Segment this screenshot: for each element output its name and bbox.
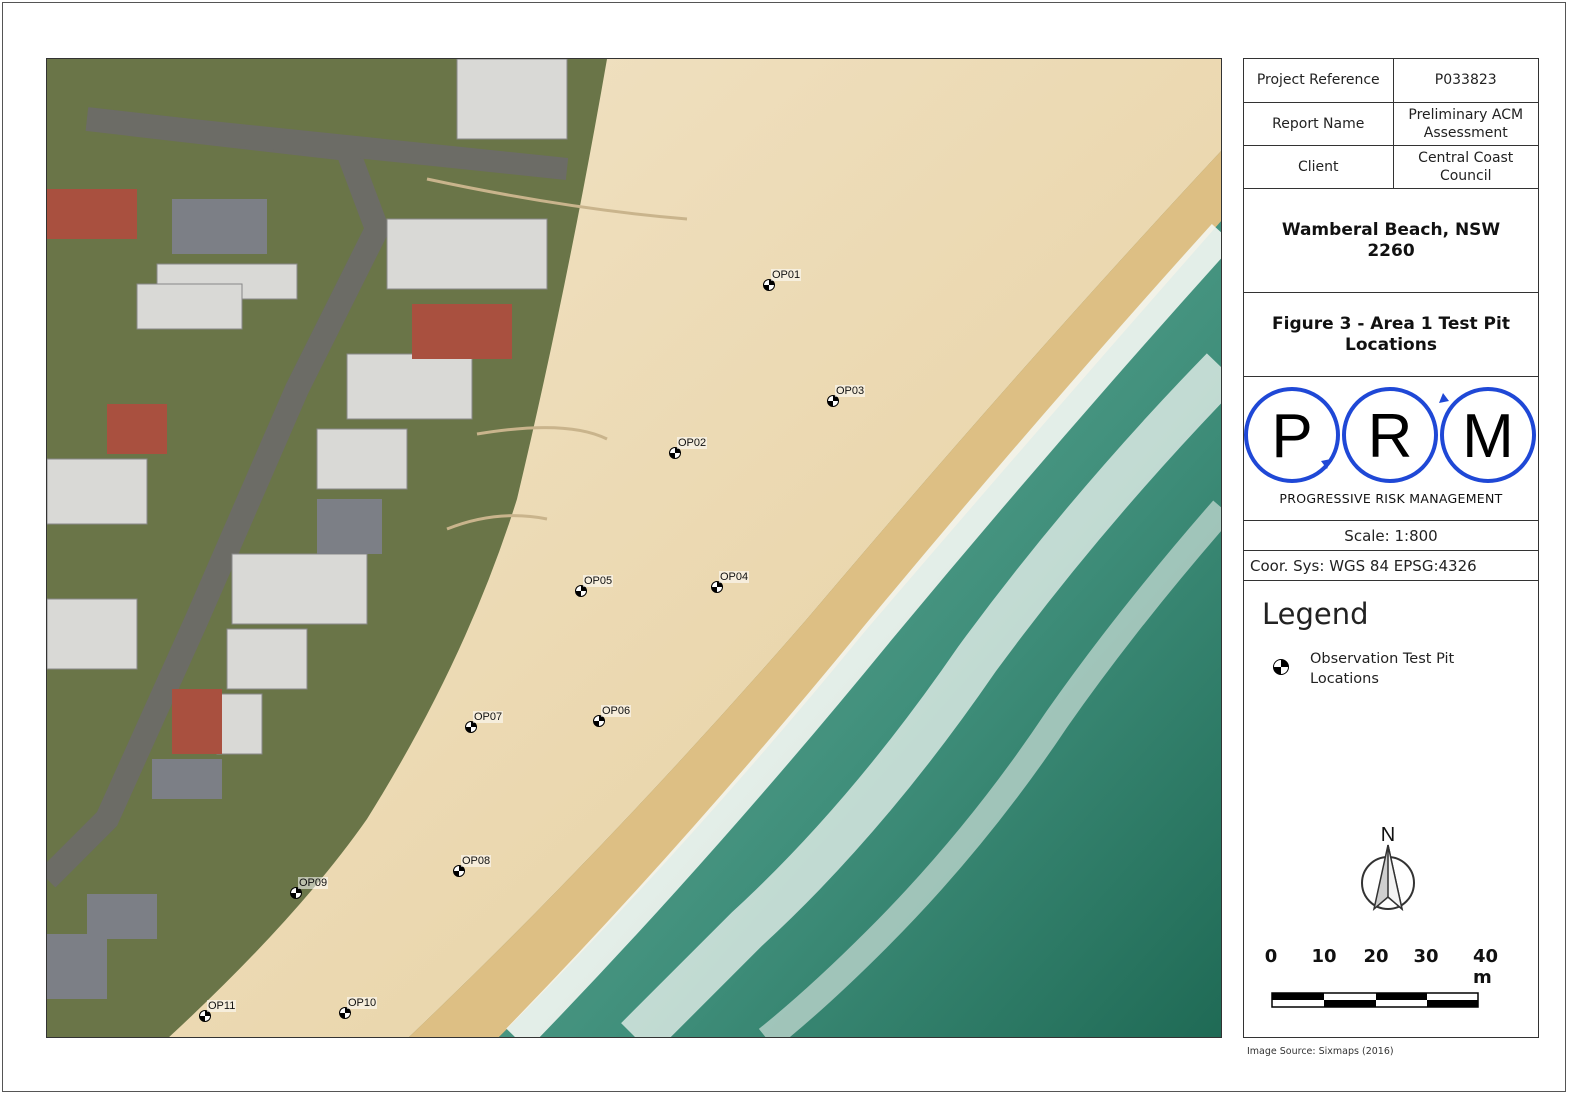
test-pit-label: OP10 (347, 997, 378, 1009)
client-label: Client (1244, 145, 1394, 189)
aerial-imagery (47, 59, 1221, 1037)
logo-letter-m: M (1462, 402, 1514, 471)
prm-logo-icon: P R M (1244, 387, 1536, 483)
logo-tagline: PROGRESSIVE RISK MANAGEMENT (1279, 491, 1503, 506)
legend-title: Legend (1262, 597, 1369, 631)
scale-label-0: 0 (1264, 946, 1278, 967)
test-pit-label: OP11 (207, 1000, 237, 1012)
scale-bar (1271, 992, 1479, 1008)
test-pit-label: OP09 (298, 877, 329, 889)
aerial-map[interactable]: OP01 OP02 OP03 OP04 OP05 OP06 OP07 OP08 OP09 OP10… (46, 58, 1222, 1038)
coord-sys-text: Coor. Sys: WGS 84 EPSG:4326 (1250, 556, 1477, 575)
test-pit-label: OP05 (583, 575, 614, 587)
report-name-label: Report Name (1244, 102, 1394, 146)
test-pit-label: OP03 (835, 385, 866, 397)
report-name-value: Preliminary ACM Assessment (1393, 102, 1538, 146)
client-value: Central Coast Council (1393, 145, 1538, 189)
north-arrow-icon: N (1361, 824, 1415, 912)
project-reference-value: P033823 (1393, 59, 1538, 103)
project-reference-label: Project Reference (1244, 59, 1394, 103)
scale-bar-labels: 0 10 20 30 40 m (1264, 946, 1524, 988)
test-pit-symbol-icon (1273, 659, 1289, 675)
test-pit-label: OP06 (601, 705, 632, 717)
scale-box: Scale: 1:800 (1244, 521, 1538, 551)
legend-item-label: Observation Test Pit Locations (1310, 651, 1455, 687)
test-pit-label: OP07 (473, 711, 504, 723)
scale-label-30: 30 (1413, 946, 1439, 967)
scale-label-10: 10 (1311, 946, 1337, 967)
test-pit-label: OP04 (719, 571, 750, 583)
scale-label-20: 20 (1363, 946, 1389, 967)
table-row: Client Central Coast Council (1244, 145, 1538, 189)
logo-letter-r: R (1368, 402, 1413, 471)
company-logo: P R M PROGRESSIVE RISK MANAGEMENT (1244, 377, 1538, 521)
scale-label-40: 40 m (1473, 946, 1499, 988)
table-row: Report Name Preliminary ACM Assessment (1244, 102, 1538, 146)
location-title-box: Wamberal Beach, NSW 2260 (1244, 189, 1538, 293)
test-pit-label: OP08 (461, 855, 492, 867)
image-source-note: Image Source: Sixmaps (2016) (1247, 1046, 1394, 1057)
map-info-panel: Project Reference P033823 Report Name Pr… (1243, 58, 1539, 1038)
table-row: Project Reference P033823 (1244, 59, 1538, 103)
north-label: N (1381, 824, 1395, 846)
scale-text: Scale: 1:800 (1344, 526, 1438, 545)
figure-title: Figure 3 - Area 1 Test Pit Locations (1272, 313, 1510, 355)
location-title: Wamberal Beach, NSW 2260 (1281, 219, 1501, 261)
logo-letter-p: P (1271, 402, 1312, 471)
test-pit-label: OP01 (771, 269, 802, 281)
project-info-table: Project Reference P033823 Report Name Pr… (1244, 59, 1538, 189)
figure-title-box: Figure 3 - Area 1 Test Pit Locations (1244, 293, 1538, 377)
test-pit-label: OP02 (677, 437, 708, 449)
coord-sys-box: Coor. Sys: WGS 84 EPSG:4326 (1244, 551, 1538, 581)
